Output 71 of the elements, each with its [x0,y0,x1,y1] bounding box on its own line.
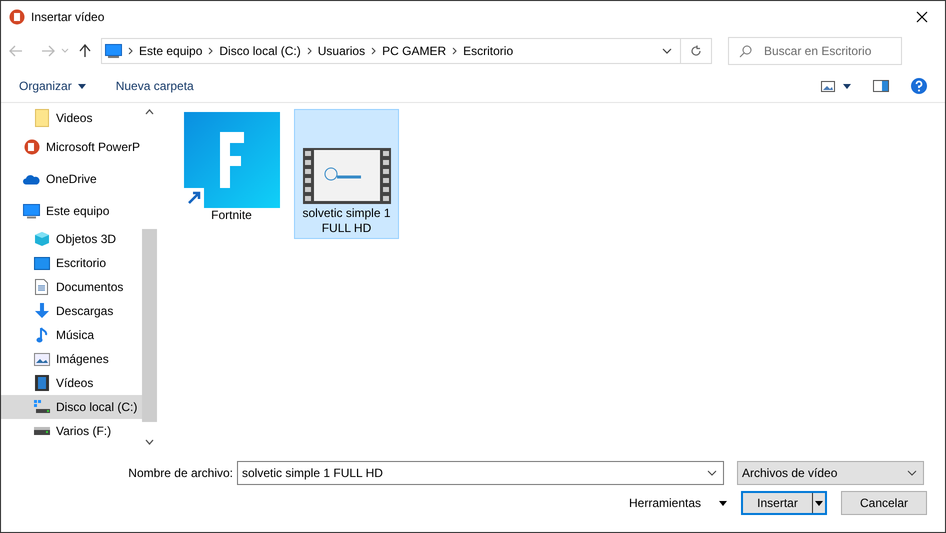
address-bar[interactable]: Este equipo Disco local (C:) Usuarios PC GAMER Escritorio [101,38,712,64]
sidebar-item[interactable]: Vídeos [1,371,142,395]
scroll-up-icon[interactable] [145,109,154,115]
cloud-icon [23,174,40,184]
caret-icon [719,500,728,506]
monitor-icon [34,256,50,270]
drive-icon [34,400,50,414]
file-type-dropdown[interactable]: Archivos de vídeo [737,461,924,485]
caret-icon [843,84,851,88]
breadcrumb-item[interactable]: Disco local (C:) [219,42,301,60]
new-folder-button[interactable]: Nueva carpeta [116,77,194,95]
chevron-right-icon [306,47,312,55]
insert-button[interactable]: Insertar [741,491,827,515]
breadcrumb-item[interactable]: Usuarios [318,42,366,60]
close-icon [916,10,928,22]
chevron-right-icon [371,47,376,55]
dropdown-chevron-icon[interactable] [662,48,672,54]
file-item[interactable]: solvetic simple 1 FULL HD [294,109,399,239]
view-options-button[interactable] [821,80,851,92]
sidebar-item[interactable]: Videos [1,105,142,131]
breadcrumb-item[interactable]: Este equipo [139,42,202,60]
sidebar-item[interactable]: Disco local (C:) [1,395,142,419]
caret-icon [78,84,86,88]
chevron-right-icon [208,47,214,55]
sidebar-item[interactable]: Descargas [1,299,142,323]
search-field[interactable]: Buscar en Escritorio [728,37,902,65]
file-name-value: solvetic simple 1 FULL HD [242,465,384,482]
cube-icon [34,231,50,247]
search-placeholder: Buscar en Escritorio [764,43,872,60]
dropdown-chevron-icon [707,470,717,476]
scrollbar-thumb[interactable] [142,229,157,422]
dropdown-chevron-icon [907,470,917,476]
file-name-label: Nombre de archivo: [127,465,234,482]
scroll-down-icon[interactable] [145,439,154,445]
folder-icon [34,109,48,127]
computer-icon [23,204,40,218]
search-icon [739,44,752,58]
sidebar-item[interactable]: Este equipo [1,195,142,227]
cancel-button[interactable]: Cancelar [841,491,927,515]
music-note-icon [36,326,48,344]
document-icon [35,279,48,295]
sidebar-item[interactable]: Música [1,323,142,347]
sidebar-item[interactable]: Objetos 3D [1,227,142,251]
sidebar-item[interactable]: Documentos [1,275,142,299]
sidebar-item[interactable]: OneDrive [1,163,142,195]
chevron-right-icon [128,47,133,55]
download-arrow-icon [34,303,50,319]
sidebar-item[interactable]: Escritorio [1,251,142,275]
film-icon [34,375,48,391]
picture-icon [821,80,835,92]
caret-icon[interactable] [815,500,823,506]
refresh-icon [690,45,702,57]
file-item[interactable]: Fortnite [179,109,284,226]
sidebar-item[interactable]: Microsoft PowerP [1,131,142,163]
sidebar-item[interactable]: Varios (F:) [1,419,142,443]
sidebar-item[interactable]: Imágenes [1,347,142,371]
tools-menu[interactable]: Herramientas [629,491,729,515]
powerpoint-icon [9,8,25,24]
help-icon[interactable] [911,78,927,94]
powerpoint-icon [24,139,40,155]
organize-menu[interactable]: Organizar [19,77,86,95]
drive-icon [34,427,50,435]
breadcrumb-item[interactable]: PC GAMER [382,42,446,60]
chevron-right-icon [452,47,458,55]
up-arrow-icon[interactable] [79,44,91,58]
window-title: Insertar vídeo [31,8,104,26]
preview-pane-icon[interactable] [873,80,889,92]
picture-icon [34,352,50,366]
file-name-field[interactable]: solvetic simple 1 FULL HD [237,461,724,485]
breadcrumb-item[interactable]: Escritorio [463,42,514,60]
computer-icon [105,44,122,58]
